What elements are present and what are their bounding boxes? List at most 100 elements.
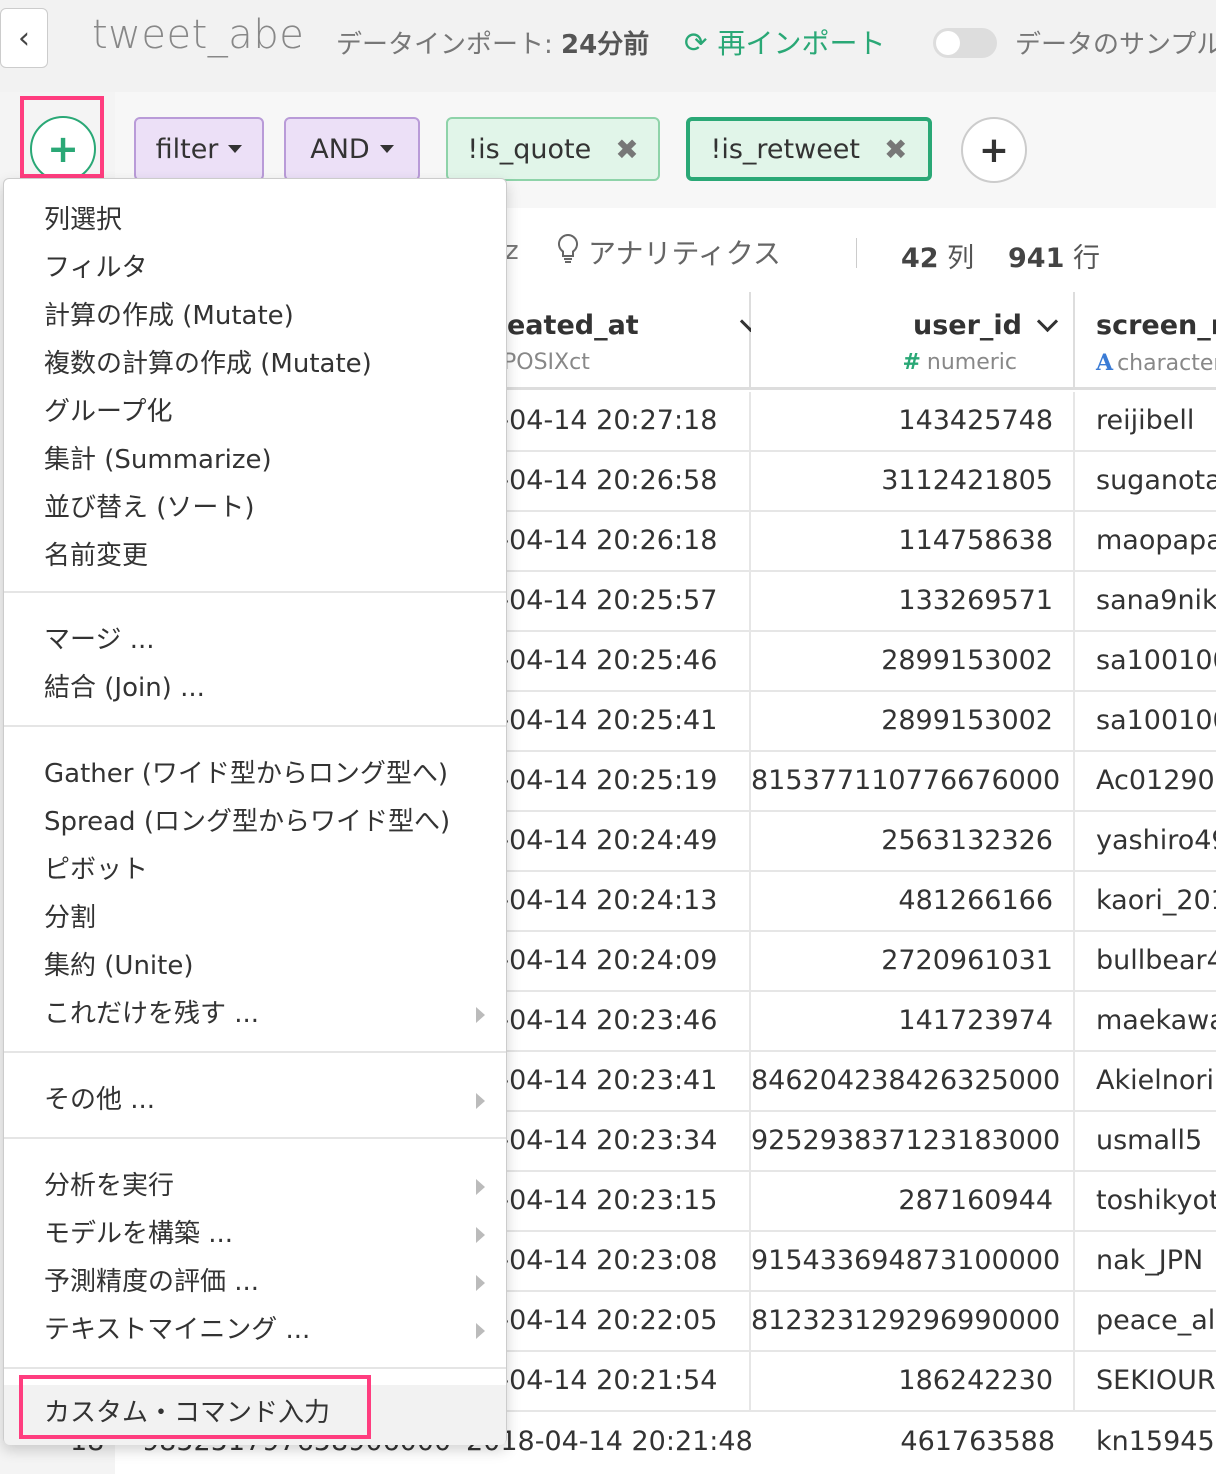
analytics-button[interactable]: アナリティクス	[556, 232, 781, 272]
toolbar-divider	[856, 238, 857, 268]
reimport-button[interactable]: ⟳ 再インポート	[684, 22, 885, 62]
table-cell-userid: 2720961031	[751, 932, 1075, 990]
submenu-arrow-icon	[476, 1275, 485, 1291]
page-title: tweet_abe	[92, 12, 305, 58]
table-row: 18-04-14 20:24:49 2563132326 yashiro49	[445, 812, 1216, 872]
menu-item[interactable]: 集約 (Unite)	[44, 945, 193, 982]
condition-is-retweet[interactable]: !is_retweet ✖	[686, 117, 932, 181]
table-row: 18-04-14 20:23:15287160944toshikyoto	[445, 1172, 1216, 1232]
table-cell-userid: 143425748	[751, 392, 1075, 450]
table-cell-screen: nak_JPN	[1096, 1245, 1204, 1276]
menu-divider	[4, 725, 506, 727]
remove-icon[interactable]: ✖	[884, 133, 907, 166]
character-type-icon: A	[1096, 350, 1114, 376]
column-header-screen-name[interactable]: screen_n Acharacter	[1075, 292, 1216, 390]
table-row: 18-04-14 20:21:54 186242230 SEKIOUR	[445, 1352, 1216, 1412]
table-row: 18-04-14 20:25:57 133269571 sana9niki	[445, 572, 1216, 632]
table-cell-userid: 186242230	[751, 1352, 1075, 1410]
toggle-knob	[936, 31, 960, 55]
table-cell-screen: reijibell	[1096, 405, 1195, 436]
table-cell-userid: 815377110776676000	[751, 752, 1075, 810]
menu-divider	[4, 1051, 506, 1053]
table-cell-screen-name: kn15945	[1096, 1426, 1215, 1457]
submenu-arrow-icon	[476, 1093, 485, 1109]
menu-item[interactable]: 名前変更	[44, 535, 148, 572]
table-row: 18-04-14 20:23:08 915433694873100000 nak_J…	[445, 1232, 1216, 1292]
table-row: 18-04-14 20:24:13 481266166 kaori_201	[445, 872, 1216, 932]
menu-item[interactable]: 分析を実行	[44, 1165, 174, 1202]
refresh-icon: ⟳	[684, 25, 708, 59]
table-cell-userid: 812323129296990000	[751, 1292, 1075, 1350]
menu-item[interactable]: ピボット	[44, 849, 148, 886]
table-cell-screen: sa100100	[1096, 645, 1216, 676]
table-cell-screen: kaori_201	[1096, 885, 1216, 916]
submenu-arrow-icon	[476, 1007, 485, 1023]
import-time: 24分前	[561, 30, 650, 60]
menu-item[interactable]: Gather (ワイド型からロング型へ)	[44, 753, 448, 790]
filter-dropdown[interactable]: filter	[134, 117, 264, 181]
table-cell-userid: 3112421805	[751, 452, 1075, 510]
menu-divider	[4, 591, 506, 593]
menu-item[interactable]: テキストマイニング ...	[44, 1309, 310, 1346]
table-cell-userid: 2563132326	[751, 812, 1075, 870]
table-cell-userid: 481266166	[751, 872, 1075, 930]
table-cell-userid: 114758638	[751, 512, 1075, 570]
table-cell-userid: 925293837123183000	[751, 1112, 1075, 1170]
sample-toggle[interactable]	[933, 28, 997, 58]
menu-item[interactable]: グループ化	[44, 391, 172, 428]
caret-down-icon	[379, 145, 394, 153]
back-button[interactable]: ‹	[0, 8, 48, 68]
import-status: データインポート: 24分前	[336, 30, 650, 60]
menu-item[interactable]: Spread (ロング型からワイド型へ)	[44, 801, 450, 838]
table-cell-userid: 133269571	[751, 572, 1075, 630]
menu-item[interactable]: 分割	[44, 897, 96, 934]
table-cell-screen: toshikyoto	[1096, 1185, 1216, 1216]
menu-item[interactable]: フィルタ	[44, 247, 147, 284]
column-count: 42 列	[901, 243, 975, 274]
remove-icon[interactable]: ✖	[615, 133, 638, 166]
table-row: 18-04-14 20:25:19 815377110776676000 Ac012…	[445, 752, 1216, 812]
table-row: 18-04-14 20:26:583112421805suganotar	[445, 452, 1216, 512]
menu-item[interactable]: 結合 (Join) ...	[44, 667, 205, 704]
table-row: 18-04-14 20:23:34 925293837123183000 usmal…	[445, 1112, 1216, 1172]
and-dropdown[interactable]: AND	[284, 117, 420, 181]
table-cell-screen: suganotar	[1096, 465, 1216, 496]
menu-item[interactable]: 集計 (Summarize)	[44, 439, 272, 476]
toolbar-partial-label: z	[505, 236, 519, 266]
table-cell-screen: usmall5	[1096, 1125, 1203, 1156]
table-cell-screen: Ac012901	[1096, 765, 1216, 796]
condition-is-quote[interactable]: !is_quote ✖	[446, 117, 660, 181]
submenu-arrow-icon	[476, 1227, 485, 1243]
menu-item[interactable]: モデルを構築 ...	[44, 1213, 233, 1250]
add-condition-button[interactable]: +	[961, 117, 1027, 183]
table-row: 18-04-14 20:26:18 114758638 maopapa	[445, 512, 1216, 572]
menu-item[interactable]: 計算の作成 (Mutate)	[44, 295, 294, 332]
chevron-down-icon[interactable]	[1036, 310, 1059, 333]
menu-item[interactable]: 複数の計算の作成 (Mutate)	[44, 343, 372, 380]
table-cell-userid: 287160944	[751, 1172, 1075, 1230]
table-body: 18-04-14 20:27:18 143425748 reijibell 18-04…	[445, 392, 1216, 1412]
table-cell-screen: bullbear48	[1096, 945, 1216, 976]
menu-item[interactable]: これだけを残す ...	[44, 993, 259, 1030]
menu-item[interactable]: その他 ...	[44, 1079, 155, 1116]
submenu-arrow-icon	[476, 1323, 485, 1339]
menu-item[interactable]: 並び替え (ソート)	[44, 487, 255, 524]
menu-divider	[4, 1367, 506, 1369]
add-step-menu: 列選択フィルタ計算の作成 (Mutate) 複数の計算の作成 (Mutate) グル…	[3, 178, 507, 1445]
menu-item[interactable]: 予測精度の評価 ...	[44, 1261, 259, 1298]
numeric-type-icon: #	[902, 350, 921, 375]
menu-item[interactable]: マージ ...	[44, 619, 155, 656]
table-row: 18-04-14 20:24:092720961031bullbear48	[445, 932, 1216, 992]
table-cell-user-id: 461763588	[900, 1426, 1055, 1457]
table-cell-userid: 846204238426325000	[751, 1052, 1075, 1110]
column-header-user-id[interactable]: user_id # numeric	[751, 292, 1075, 390]
table-cell-userid: 915433694873100000	[751, 1232, 1075, 1290]
table-cell-screen: maekawa	[1096, 1005, 1216, 1036]
table-cell-screen: sa100100	[1096, 705, 1216, 736]
table-row: 18-04-14 20:27:18 143425748 reijibell	[445, 392, 1216, 452]
table-row: 18-04-14 20:25:412899153002sa100100	[445, 692, 1216, 752]
menu-item[interactable]: 列選択	[44, 199, 122, 236]
table-cell-screen: Akielnori	[1096, 1065, 1214, 1096]
table-cell-screen: maopapa	[1096, 525, 1216, 556]
table-cell-screen: yashiro49	[1096, 825, 1216, 856]
